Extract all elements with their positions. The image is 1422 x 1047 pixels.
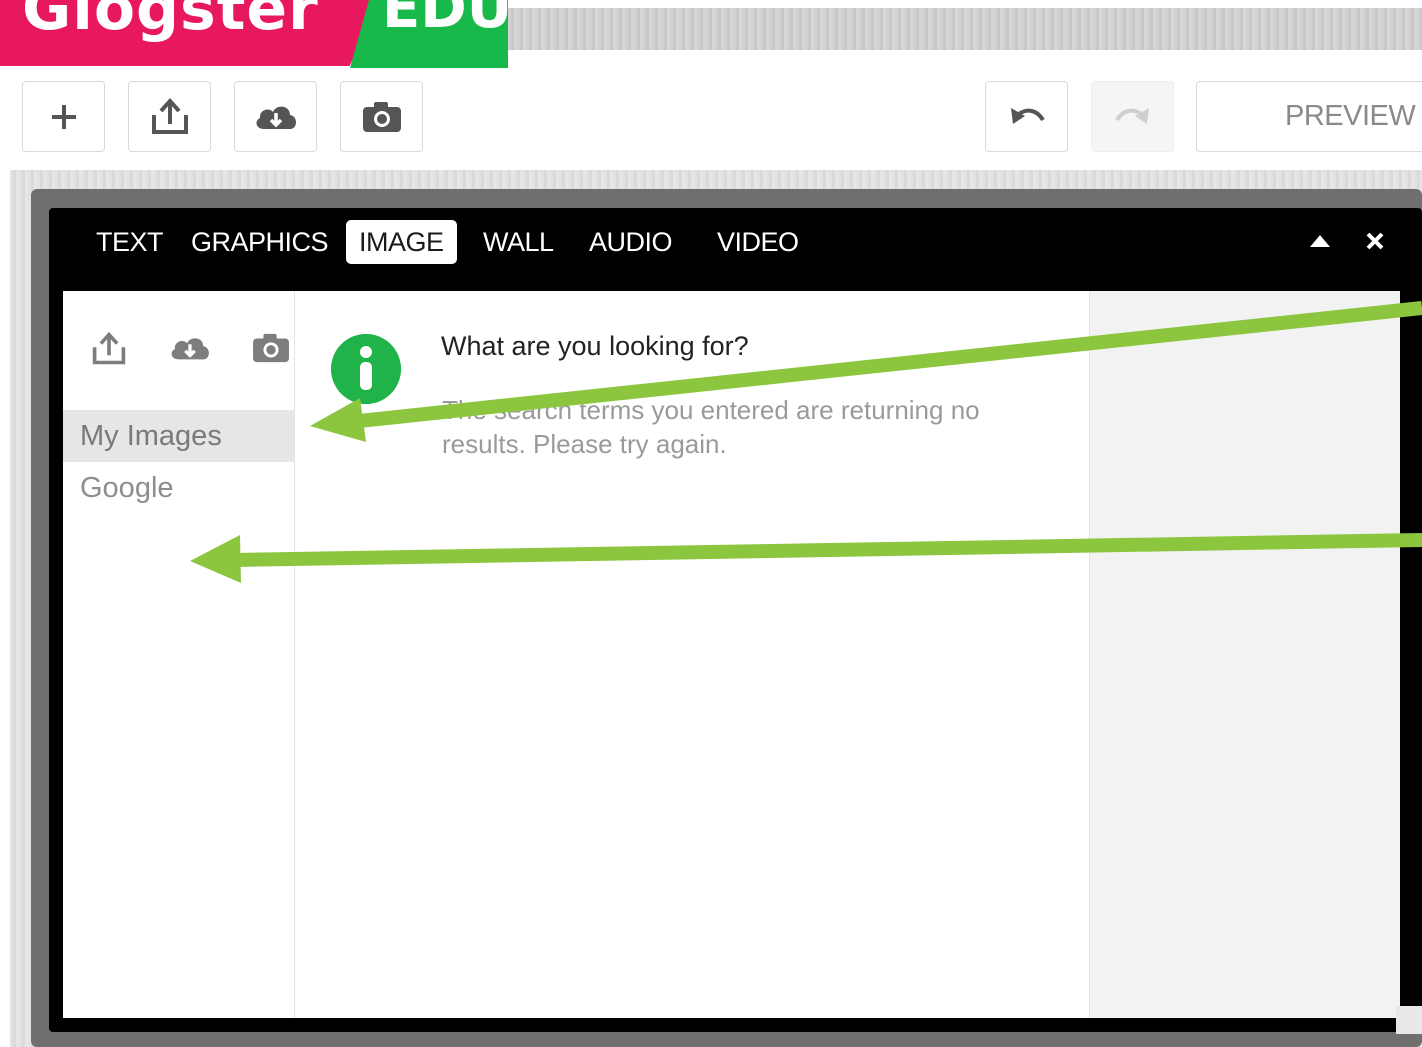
panel-tabs: TEXT GRAPHICS IMAGE WALL AUDIO VIDEO: [49, 208, 1422, 280]
sidebar-item-my-images[interactable]: My Images: [63, 410, 294, 462]
panel-content: My Images Google What are you looking fo…: [63, 291, 1400, 1018]
camera-button[interactable]: [340, 81, 423, 152]
tab-video[interactable]: VIDEO: [704, 220, 812, 264]
cloud-button[interactable]: [234, 81, 317, 152]
undo-button[interactable]: [985, 81, 1068, 152]
message-title: What are you looking for?: [441, 331, 749, 361]
info-icon: [331, 334, 401, 404]
preview-button[interactable]: PREVIEW: [1196, 81, 1422, 152]
tab-text[interactable]: TEXT: [83, 220, 176, 264]
header-texture-strip: [508, 8, 1422, 50]
redo-icon: [1114, 107, 1149, 124]
undo-icon: [1010, 107, 1045, 124]
cloud-download-icon[interactable]: [167, 331, 213, 365]
media-panel: TEXT GRAPHICS IMAGE WALL AUDIO VIDEO My …: [49, 208, 1422, 1032]
preview-column: [1089, 291, 1400, 1018]
logo-edu: EDU: [382, 0, 513, 41]
tab-wall[interactable]: WALL: [470, 220, 567, 264]
redo-button[interactable]: [1091, 81, 1174, 152]
tab-graphics[interactable]: GRAPHICS: [178, 220, 341, 264]
sidebar-item-google[interactable]: Google: [63, 462, 294, 514]
sidebar-icons: [87, 331, 293, 367]
add-button[interactable]: [22, 81, 105, 152]
plus-icon: [51, 104, 76, 129]
resize-handle[interactable]: [1396, 1006, 1422, 1034]
results-area: What are you looking for? The search ter…: [295, 291, 1088, 1018]
image-source-sidebar: My Images Google: [63, 291, 295, 1018]
tab-audio[interactable]: AUDIO: [576, 220, 685, 264]
upload-icon[interactable]: [87, 331, 131, 367]
camera-icon[interactable]: [249, 331, 293, 365]
logo-pink-block: Glogster: [0, 0, 380, 66]
logo-brand: Glogster: [22, 0, 319, 44]
tab-image[interactable]: IMAGE: [346, 220, 457, 264]
close-icon[interactable]: [1364, 230, 1386, 252]
message-body: The search terms you entered are returni…: [442, 395, 980, 459]
cloud-download-icon: [256, 106, 296, 129]
camera-icon: [362, 101, 401, 132]
upload-icon: [151, 97, 188, 134]
upload-button[interactable]: [128, 81, 211, 152]
triangle-up-icon[interactable]: [1308, 232, 1332, 250]
